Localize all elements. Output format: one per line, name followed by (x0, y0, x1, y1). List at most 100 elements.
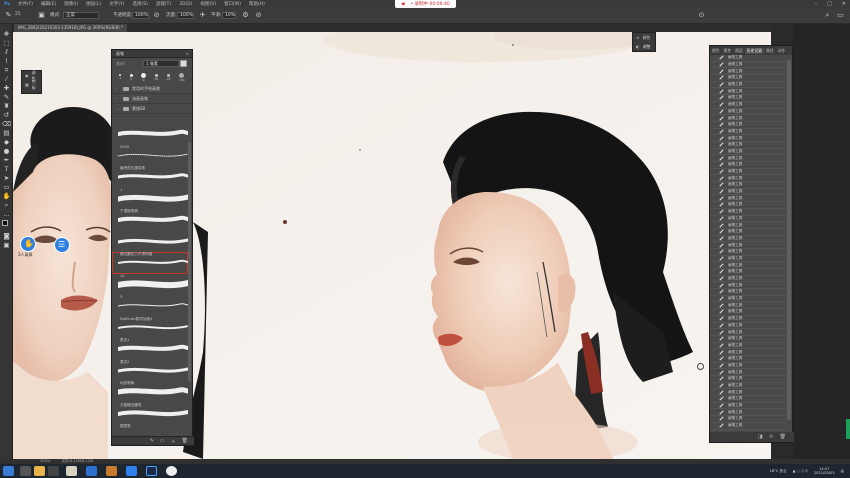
menu-filter[interactable]: 滤镜(T) (152, 1, 175, 7)
zoom-tool-icon[interactable]: ⌕ (2, 201, 11, 209)
history-state[interactable]: 画笔工具 (710, 296, 786, 303)
history-state[interactable]: 画笔工具 (710, 189, 786, 196)
brush-tip-preview[interactable] (180, 60, 187, 67)
brush-preset[interactable]: 最贵的石墨铅笔 (112, 166, 188, 188)
history-state[interactable]: 画笔工具 (710, 88, 786, 96)
path-select-tool-icon[interactable]: ➤ (2, 174, 11, 182)
media-app-icon[interactable] (106, 466, 117, 476)
hand-tool-icon[interactable]: ✋ (2, 192, 11, 200)
pen-tool-icon[interactable]: ✒ (2, 156, 11, 164)
brush-settings-icon[interactable]: ✎ (150, 438, 154, 444)
tab-layers[interactable]: 图层 (733, 48, 745, 54)
menu-select[interactable]: 选择(S) (129, 1, 152, 7)
browser-icon[interactable] (166, 466, 177, 476)
foreground-color-swatch[interactable] (2, 220, 8, 226)
brush-preset[interactable] (112, 231, 188, 253)
brush-size-value[interactable]: 25 (15, 12, 21, 17)
snapshot-icon[interactable]: ◨ (758, 434, 763, 440)
tray-icons[interactable]: ▲ ◌ ♫ ⚲ (793, 469, 808, 473)
search-icon[interactable]: ⌕ (823, 11, 832, 20)
history-state[interactable]: 画笔工具 (710, 102, 786, 109)
type-tool-icon[interactable]: T (2, 165, 11, 173)
history-state[interactable]: 画笔工具 (710, 135, 786, 142)
flow-field[interactable]: 100% (177, 12, 194, 19)
smoothing-field[interactable]: 10% (222, 12, 236, 19)
close-icon[interactable]: ✕ (842, 1, 846, 7)
brush-panel-scrollbar[interactable] (188, 142, 191, 382)
history-state[interactable]: 画笔工具 (710, 262, 786, 269)
history-state[interactable]: 画笔工具 (710, 276, 786, 283)
mini-panel-right-item[interactable]: ◐ 调整 (633, 42, 655, 51)
history-state[interactable]: 画笔工具 (710, 416, 786, 423)
preset-size[interactable]: 180 (179, 72, 185, 82)
history-state[interactable]: 画笔工具 (710, 409, 786, 417)
player-app-icon[interactable] (86, 466, 97, 476)
history-state[interactable]: 画笔工具 (710, 369, 786, 376)
history-state[interactable]: 画笔工具 (710, 323, 786, 330)
explorer-icon[interactable] (34, 466, 45, 476)
brush-preset[interactable]: 硬边圆压力不透明度 (112, 252, 188, 274)
opacity-field[interactable]: 100% (132, 12, 149, 19)
minimize-icon[interactable]: – (815, 1, 818, 7)
preset-size[interactable]: 30 (154, 73, 158, 81)
preset-size[interactable]: 9 (141, 72, 147, 82)
taskview-icon[interactable] (20, 466, 31, 476)
history-state[interactable]: 画笔工具 (710, 115, 786, 122)
app-logo[interactable]: Ps (0, 2, 14, 7)
menu-view[interactable]: 视图(V) (196, 1, 220, 7)
stamp-tool-icon[interactable]: ♜ (2, 102, 11, 110)
brush-preset[interactable] (112, 123, 188, 145)
new-brush-icon[interactable]: ＋ (171, 438, 176, 445)
history-state[interactable]: 画笔工具 (710, 82, 786, 89)
history-state[interactable]: 画笔工具 (710, 363, 786, 370)
tab-history[interactable]: 历史记录 (744, 47, 764, 54)
history-state[interactable]: 画笔工具 (710, 329, 786, 336)
history-state[interactable]: 画笔工具 (710, 316, 786, 323)
brush-tool-icon[interactable]: ✎ (4, 11, 13, 20)
brush-folder[interactable]: › 常用的手绘画笔 (112, 84, 192, 94)
menu-edit[interactable]: 编辑(E) (37, 1, 60, 7)
quick-mask-icon[interactable]: ◙ (2, 232, 11, 240)
zoom-level[interactable]: 300% (40, 459, 50, 463)
brush-folder[interactable]: › 油画画笔 (112, 94, 192, 104)
history-state[interactable]: 画笔工具 (710, 75, 786, 82)
move-tool-icon[interactable]: ✥ (2, 30, 11, 38)
chat-app-icon[interactable] (126, 466, 137, 476)
history-state[interactable]: 画笔工具 (710, 142, 786, 149)
menu-file[interactable]: 文件(F) (14, 1, 37, 7)
eraser-tool-icon[interactable]: ⌫ (2, 120, 11, 128)
history-state[interactable]: 画笔工具 (710, 182, 786, 189)
brush-preset[interactable]: 图层笔 (112, 424, 188, 428)
participant-avatar[interactable]: ✋ (20, 236, 36, 252)
recording-indicator[interactable]: ◀ • 录制中 00:06:40 (395, 0, 456, 8)
history-state[interactable]: 画笔工具 (710, 62, 786, 69)
more-tools-icon[interactable]: … (2, 210, 11, 218)
healing-tool-icon[interactable]: ✚ (2, 84, 11, 92)
brush-preset[interactable]: 10 (112, 274, 188, 296)
history-state[interactable]: 画笔工具 (710, 222, 786, 229)
brush-panel-header[interactable]: 画笔 ≡ (112, 50, 192, 58)
app-icon[interactable] (48, 466, 59, 476)
preset-size[interactable]: 45 (167, 73, 171, 81)
gradient-tool-icon[interactable]: ▤ (2, 129, 11, 137)
notification-icon[interactable]: ▤ (841, 469, 844, 473)
photoshop-taskbar-icon[interactable] (146, 466, 157, 476)
brush-preset[interactable]: 1 (112, 188, 188, 210)
home-icon[interactable]: ⊙ (697, 11, 706, 20)
history-state[interactable]: 画笔工具 (710, 383, 786, 390)
marquee-tool-icon[interactable]: ⬚ (2, 39, 11, 47)
brush-size-field[interactable]: 1 像素 (143, 60, 179, 67)
history-state[interactable]: 画笔工具 (710, 55, 786, 62)
history-state[interactable]: 画笔工具 (710, 269, 786, 276)
brush-preset[interactable]: 动态笔刷 (112, 381, 188, 403)
history-brush-tool-icon[interactable]: ↺ (2, 111, 11, 119)
history-state[interactable]: 画笔工具 (710, 175, 786, 183)
history-state[interactable]: 画笔工具 (710, 349, 786, 356)
dodge-tool-icon[interactable]: ● (2, 147, 11, 155)
pressure-opacity-icon[interactable]: ⊘ (152, 11, 161, 20)
history-state[interactable]: 画笔工具 (710, 95, 786, 102)
menu-3d[interactable]: 3D(D) (175, 2, 196, 7)
mini-panel-left-item[interactable]: ▦ 色板 (22, 79, 41, 90)
tab-paths[interactable]: 路径 (764, 48, 776, 54)
brush-preset[interactable]: 柔边2 (112, 360, 188, 382)
